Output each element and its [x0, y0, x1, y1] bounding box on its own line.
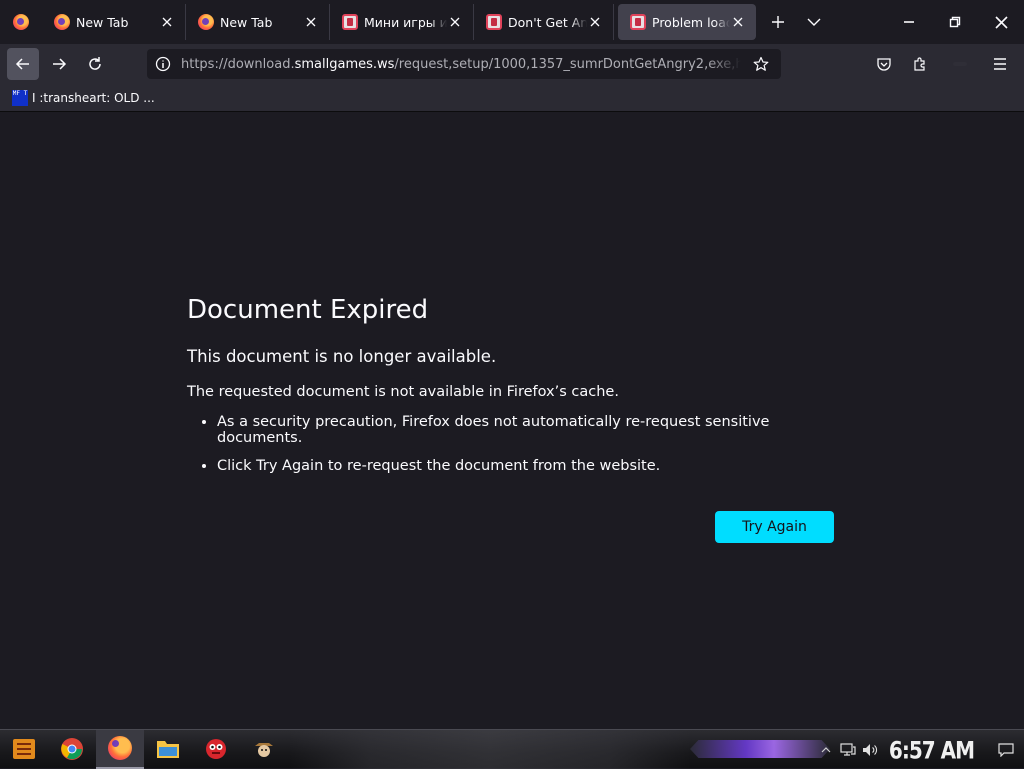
firefox-view-button[interactable] [0, 0, 42, 44]
url-text[interactable]: https://download.smallgames.ws/request,s… [181, 57, 741, 72]
pocket-icon [877, 58, 891, 71]
chrome-icon [61, 738, 83, 760]
restore-icon [949, 16, 961, 28]
back-button[interactable] [7, 48, 39, 80]
pocket-button[interactable] [868, 48, 900, 80]
close-icon[interactable] [159, 14, 175, 30]
new-tab-button[interactable] [760, 4, 796, 40]
extensions-button[interactable] [904, 48, 936, 80]
close-icon[interactable] [303, 14, 319, 30]
arrow-left-icon [15, 58, 29, 70]
taskbar-decoration [290, 730, 690, 769]
tab-new-tab-2[interactable]: New Tab [186, 4, 330, 40]
folder-icon [157, 741, 179, 758]
show-hidden-icons-button[interactable] [815, 730, 837, 769]
hamburger-menu-icon [994, 58, 1006, 70]
arrow-right-icon [53, 58, 67, 70]
page-content: Document Expired This document is no lon… [0, 113, 1024, 729]
tab-new-tab-1[interactable]: New Tab [42, 4, 186, 40]
tab-strip: New Tab New Tab Мини игры и н Don't Get … [0, 0, 1024, 44]
tab-title: Don't Get Angr [508, 14, 587, 30]
firefox-icon [198, 14, 214, 30]
error-bullet-list: As a security precaution, Firefox does n… [187, 414, 847, 474]
url-prefix: https://download. [181, 56, 295, 72]
close-icon[interactable] [587, 14, 603, 30]
star-icon [753, 56, 769, 71]
error-title: Document Expired [187, 295, 429, 325]
volume-button[interactable] [859, 730, 881, 769]
puzzle-icon [914, 57, 925, 71]
plus-icon [772, 16, 784, 28]
taskbar-chrome[interactable] [48, 730, 96, 769]
minimize-button[interactable] [886, 0, 932, 44]
game-site-icon [630, 14, 646, 30]
minimize-icon [904, 21, 914, 23]
bookmark-star-button[interactable] [745, 48, 777, 80]
bookmark-item[interactable]: I :transheart: OLD ... [32, 91, 155, 105]
taskbar-game-app[interactable] [192, 730, 240, 769]
tab-mini-games[interactable]: Мини игры и н [330, 4, 474, 40]
error-bullet: Click Try Again to re-request the docume… [217, 458, 847, 474]
close-window-button[interactable] [978, 0, 1024, 44]
try-again-button[interactable]: Try Again [715, 511, 834, 543]
firefox-icon [108, 736, 132, 760]
tab-title: New Tab [220, 14, 273, 30]
tab-title: New Tab [76, 14, 129, 30]
taskbar-accent-decoration [690, 740, 830, 758]
notification-icon [998, 742, 1014, 757]
chevron-down-icon [807, 18, 821, 26]
taskbar-file-explorer[interactable] [144, 730, 192, 769]
restore-button[interactable] [932, 0, 978, 44]
close-icon[interactable] [447, 14, 463, 30]
close-icon[interactable] [730, 14, 746, 30]
tab-dont-get-angry[interactable]: Don't Get Angr [474, 4, 614, 40]
forward-button[interactable] [43, 48, 75, 80]
close-icon [994, 15, 1008, 29]
app-menu-button[interactable] [984, 48, 1016, 80]
taskbar-misc-app[interactable] [240, 730, 288, 769]
error-container: Document Expired This document is no lon… [187, 295, 847, 486]
url-domain: smallgames.ws [294, 56, 395, 72]
error-description: The requested document is not available … [187, 384, 619, 400]
navigation-toolbar: https://download.smallgames.ws/request,s… [0, 44, 1024, 84]
start-icon [13, 739, 35, 759]
speaker-icon [862, 743, 877, 756]
firefox-icon [54, 14, 70, 30]
system-tray: 6:57 AM [815, 730, 1024, 769]
url-bar[interactable]: https://download.smallgames.ws/request,s… [147, 49, 781, 79]
bookmark-favicon-icon: MF T [12, 89, 28, 106]
bookmarks-toolbar: MF T I :transheart: OLD ... [0, 84, 1024, 112]
start-button[interactable] [0, 730, 48, 769]
reload-button[interactable] [79, 48, 111, 80]
tab-problem-loading[interactable]: Problem loading [618, 4, 756, 40]
cowboy-character-icon [255, 743, 273, 757]
account-button[interactable] [940, 48, 980, 80]
game-site-icon [342, 14, 358, 30]
account-icon [953, 62, 967, 66]
list-all-tabs-button[interactable] [796, 4, 832, 40]
taskbar-clock[interactable]: 6:57 AM [889, 735, 975, 764]
info-icon[interactable] [155, 56, 171, 72]
network-button[interactable] [837, 730, 859, 769]
game-site-icon [486, 14, 502, 30]
network-icon [840, 742, 856, 756]
firefox-icon [13, 14, 29, 30]
error-bullet: As a security precaution, Firefox does n… [217, 414, 847, 446]
reload-icon [89, 57, 101, 70]
tab-title: Problem loading [652, 14, 730, 30]
url-path: /request,setup/1000,1357_sumrDontGetAngr… [394, 56, 741, 72]
error-subtitle: This document is no longer available. [187, 347, 497, 366]
taskbar: 6:57 AM [0, 729, 1024, 769]
red-character-icon [206, 739, 226, 759]
chevron-up-icon [821, 746, 831, 752]
notifications-button[interactable] [988, 730, 1024, 769]
taskbar-firefox[interactable] [96, 729, 144, 769]
tab-title: Мини игры и н [364, 14, 447, 30]
